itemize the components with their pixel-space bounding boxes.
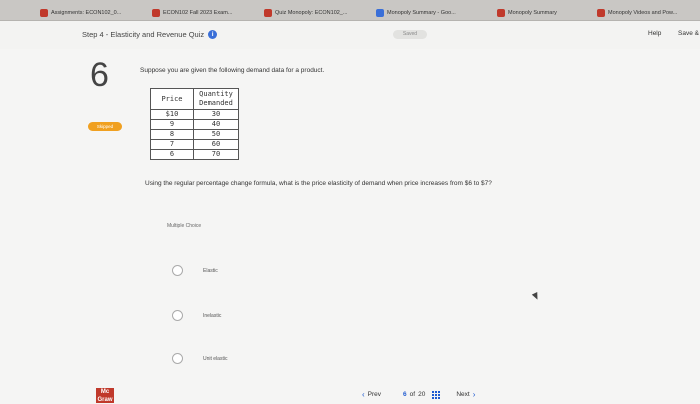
page-of-label: of — [409, 391, 416, 398]
quantity-cell: 50 — [193, 129, 239, 140]
quantity-header-line: Quantity — [199, 90, 233, 98]
radio-button[interactable] — [172, 353, 183, 364]
choice-option[interactable]: Unit elastic — [172, 353, 227, 364]
quiz-title: Step 4 - Elasticity and Revenue Quiz i — [82, 30, 218, 39]
mcgraw-icon — [152, 9, 160, 17]
mcgraw-hill-logo: Mc Graw — [96, 388, 114, 403]
save-and-exit-link[interactable]: Save & — [678, 30, 699, 37]
next-label: Next — [456, 391, 470, 398]
question-number: 6 — [90, 56, 109, 94]
tab-label: Monopoly Videos and Pow... — [608, 10, 678, 16]
price-cell: 9 — [150, 119, 194, 130]
browser-tab[interactable]: Monopoly Summary - Goo... — [376, 7, 456, 19]
grid-icon[interactable] — [432, 390, 441, 399]
choice-label: Inelastic — [203, 312, 222, 319]
browser-tab[interactable]: ECON102 Fall 2023 Exam... — [152, 7, 232, 19]
price-column-header: Price — [150, 88, 194, 110]
prev-button[interactable]: ‹ Prev — [362, 390, 381, 399]
multiple-choice-label: Multiple Choice — [167, 223, 202, 229]
prev-label: Prev — [367, 391, 382, 398]
question-text: Using the regular percentage change form… — [145, 180, 492, 187]
google-docs-icon — [376, 9, 384, 17]
browser-tab-bar: Assignments: ECON102_0... ECON102 Fall 2… — [0, 0, 700, 21]
quantity-header-line: Demanded — [199, 99, 233, 107]
quantity-cell: 40 — [193, 119, 239, 130]
tab-label: Quiz Monopoly: ECON102_... — [275, 10, 348, 16]
price-cell: 6 — [150, 149, 194, 160]
table-row: 9 40 — [150, 119, 239, 130]
quantity-column-header: Quantity Demanded — [193, 88, 239, 110]
radio-button[interactable] — [172, 310, 183, 321]
question-prompt: Suppose you are given the following dema… — [140, 67, 325, 74]
quantity-cell: 60 — [193, 139, 239, 150]
tab-label: Monopoly Summary — [508, 10, 557, 16]
choice-label: Unit elastic — [203, 355, 228, 362]
quiz-title-text: Step 4 - Elasticity and Revenue Quiz — [82, 30, 205, 39]
chevron-left-icon: ‹ — [362, 390, 365, 399]
current-page: 6 — [403, 391, 407, 398]
saved-status-badge: Saved — [393, 30, 427, 39]
choice-option[interactable]: Inelastic — [172, 310, 221, 321]
mcgraw-icon — [497, 9, 505, 17]
table-row: 6 70 — [150, 149, 239, 160]
mcgraw-icon — [40, 9, 48, 17]
quantity-cell: 70 — [193, 149, 239, 160]
total-pages: 20 — [418, 391, 426, 398]
tab-label: Assignments: ECON102_0... — [51, 10, 122, 16]
info-icon[interactable]: i — [208, 30, 218, 39]
price-cell: 8 — [150, 129, 194, 140]
mcgraw-icon — [264, 9, 272, 17]
quantity-cell: 30 — [193, 109, 239, 120]
browser-tab[interactable]: Assignments: ECON102_0... — [40, 7, 121, 19]
page-indicator[interactable]: 6 of 20 — [403, 390, 441, 399]
next-button[interactable]: Next › — [456, 390, 475, 399]
chevron-right-icon: › — [472, 390, 476, 399]
tab-label: ECON102 Fall 2023 Exam... — [163, 10, 233, 16]
skipped-badge: Skipped — [88, 122, 122, 131]
help-link[interactable]: Help — [648, 30, 661, 37]
mcgraw-icon — [597, 9, 605, 17]
question-navigation: ‹ Prev 6 of 20 Next › — [362, 390, 475, 399]
browser-tab[interactable]: Quiz Monopoly: ECON102_... — [264, 7, 347, 19]
table-row: 8 50 — [150, 129, 239, 140]
mouse-cursor-icon — [531, 292, 541, 301]
browser-tab[interactable]: Monopoly Summary — [497, 7, 557, 19]
table-row: $10 30 — [150, 109, 239, 120]
choice-option[interactable]: Elastic — [172, 265, 218, 276]
price-cell: $10 — [150, 109, 194, 120]
browser-tab[interactable]: Monopoly Videos and Pow... — [597, 7, 677, 19]
tab-label: Monopoly Summary - Goo... — [387, 10, 456, 16]
choice-label: Elastic — [203, 267, 218, 274]
table-row: 7 60 — [150, 139, 239, 150]
demand-table: Price Quantity Demanded $10 30 9 40 8 50… — [150, 88, 239, 160]
price-cell: 7 — [150, 139, 194, 150]
radio-button[interactable] — [172, 265, 183, 276]
